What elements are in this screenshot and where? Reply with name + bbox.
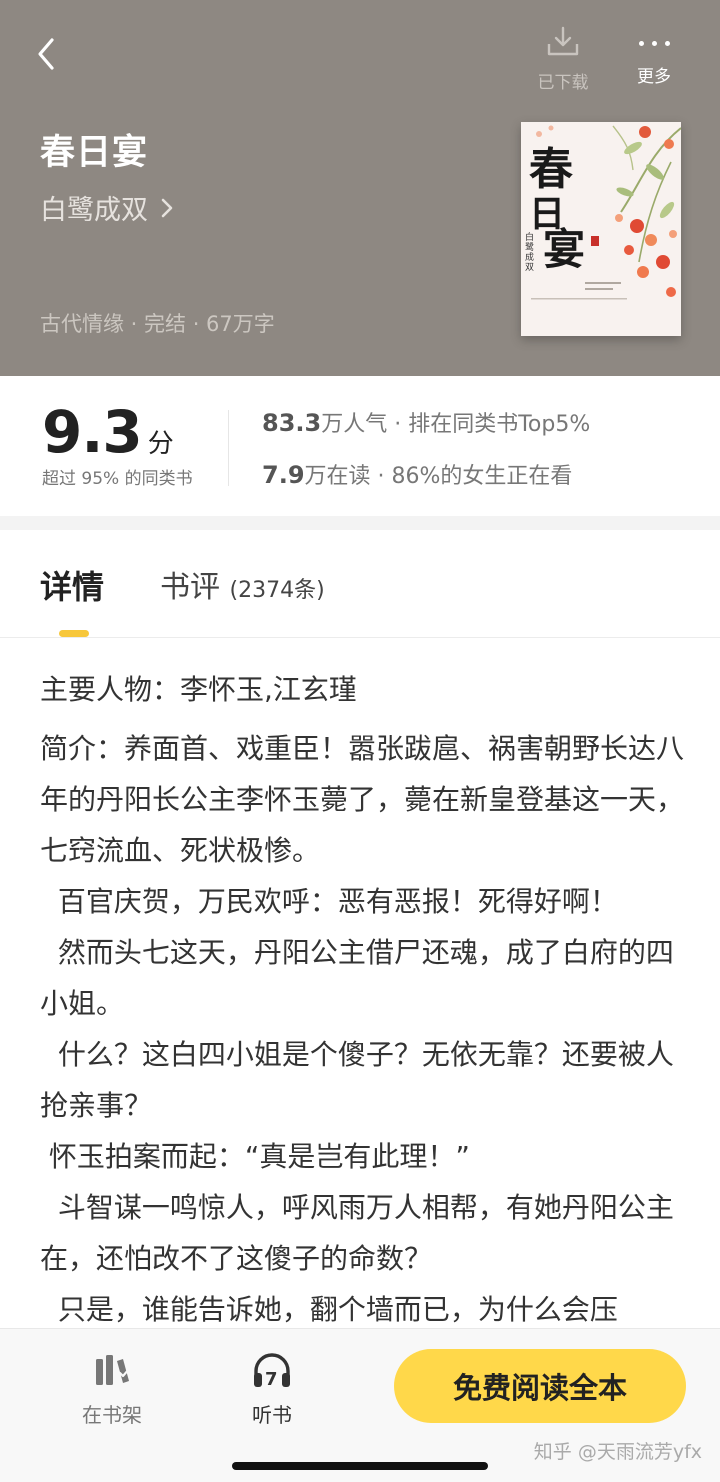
synopsis-paragraph: 简介：养面首、戏重臣！嚣张跋扈、祸害朝野长达八年的丹阳长公主李怀玉薨了，薨在新皇… — [40, 732, 685, 867]
popularity-stat: 83.3万人气 · 排在同类书Top5% — [262, 406, 590, 438]
download-button[interactable]: 已下载 — [528, 24, 598, 93]
bookshelf-icon — [96, 1355, 131, 1385]
book-header: 已下载 更多 春日宴 白鹭成双 古代情缘 · 完结 · 67万字 春 日 宴 白… — [0, 0, 720, 376]
chevron-right-icon — [161, 198, 173, 217]
home-indicator — [232, 1462, 488, 1470]
main-characters: 主要人物：李怀玉,江玄瑾 — [40, 673, 357, 706]
bookshelf-label: 在书架 — [82, 1403, 142, 1427]
watermark: 知乎 @天雨流芳yfx — [533, 1441, 702, 1463]
synopsis-paragraph: 什么？这白四小姐是个傻子？无依无靠？还要被人抢亲事？ — [40, 1038, 674, 1122]
tab-review[interactable]: 书评 (2374条) — [160, 562, 325, 606]
score: 9.3 分 — [42, 398, 174, 466]
popularity-value: 83.3 — [262, 409, 322, 437]
book-cover[interactable]: 春 日 宴 白 鹭 成 双 — [521, 122, 681, 336]
svg-text:鹭: 鹭 — [525, 242, 534, 253]
tab-indicator — [59, 630, 89, 637]
synopsis-paragraph: 然而头七这天，丹阳公主借尸还魂，成了白府的四小姐。 — [40, 936, 674, 1020]
svg-text:宴: 宴 — [543, 225, 585, 274]
rating-divider — [228, 410, 229, 486]
svg-text:双: 双 — [525, 262, 534, 273]
section-separator — [0, 516, 720, 530]
more-dots-icon — [622, 30, 686, 56]
download-icon — [547, 26, 579, 56]
headphones-icon: 7 — [254, 1353, 290, 1390]
author-link[interactable]: 白鹭成双 — [40, 188, 174, 227]
synopsis-paragraph: 百官庆贺，万民欢呼：恶有恶报！死得好啊！ — [40, 885, 618, 918]
svg-text:成: 成 — [525, 251, 534, 263]
score-value: 9.3 — [42, 398, 143, 466]
score-unit: 分 — [147, 429, 174, 459]
more-label: 更多 — [637, 67, 671, 87]
more-button[interactable]: 更多 — [622, 30, 686, 92]
readers-text: 万在读 · 86%的女生正在看 — [304, 464, 573, 489]
bookshelf-button[interactable]: 在书架 — [72, 1351, 152, 1427]
book-detail-content: 主要人物：李怀玉,江玄瑾 简介：养面首、戏重臣！嚣张跋扈、祸害朝野长达八年的丹阳… — [40, 664, 688, 1328]
synopsis-paragraph: 只是，谁能告诉她，翻个墙而已，为什么会压 — [40, 1293, 618, 1326]
tab-review-label: 书评 — [160, 570, 220, 605]
review-count: (2374条) — [229, 578, 325, 603]
bottom-action-bar: 在书架 7 听书 免费阅读全本 知乎 @天雨流芳yfx — [0, 1328, 720, 1482]
listen-button[interactable]: 7 听书 — [232, 1351, 312, 1427]
listen-label: 听书 — [252, 1403, 292, 1427]
book-meta: 古代情缘 · 完结 · 67万字 — [40, 312, 275, 336]
back-arrow-icon — [38, 38, 54, 70]
book-cover-art: 春 日 宴 白 鹭 成 双 — [521, 122, 681, 336]
popularity-text: 万人气 · 排在同类书Top5% — [321, 412, 591, 437]
synopsis-paragraph: 怀玉拍案而起：“真是岂有此理！” — [40, 1140, 470, 1173]
tab-detail[interactable]: 详情 — [40, 562, 104, 608]
svg-text:白: 白 — [525, 231, 534, 243]
tab-bar: 详情 书评 (2374条) — [0, 530, 720, 638]
readers-stat: 7.9万在读 · 86%的女生正在看 — [262, 458, 572, 490]
download-label: 已下载 — [537, 73, 589, 93]
book-title: 春日宴 — [40, 133, 149, 173]
synopsis-paragraph: 斗智谋一鸣惊人，呼风雨万人相帮，有她丹阳公主在，还怕改不了这傻子的命数？ — [40, 1191, 674, 1275]
read-full-button[interactable]: 免费阅读全本 — [394, 1349, 686, 1423]
author-name: 白鹭成双 — [40, 195, 148, 226]
back-button[interactable] — [28, 30, 72, 78]
svg-text:春: 春 — [529, 144, 573, 195]
readers-value: 7.9 — [262, 461, 305, 489]
rating-section: 9.3 分 超过 95% 的同类书 83.3万人气 · 排在同类书Top5% 7… — [0, 376, 720, 516]
svg-text:7: 7 — [265, 1369, 278, 1390]
score-description: 超过 95% 的同类书 — [42, 469, 193, 489]
